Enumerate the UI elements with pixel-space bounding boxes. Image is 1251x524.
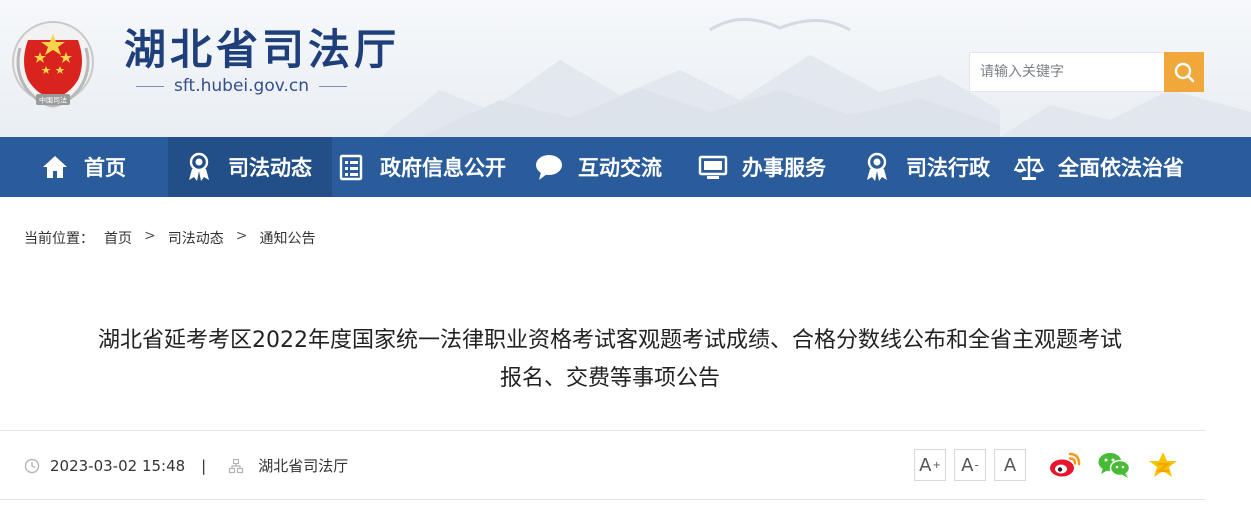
font-smaller-button[interactable]: A- xyxy=(954,449,986,481)
site-title[interactable]: 湖北省司法厅 xyxy=(124,16,400,77)
domain-line-right xyxy=(319,85,347,87)
emblem-text: 中国司法 xyxy=(39,96,67,105)
search-icon xyxy=(1174,62,1195,83)
breadcrumb: 当前位置： 首页 > 司法动态 > 通知公告 xyxy=(24,228,315,248)
share-weibo-button[interactable] xyxy=(1048,450,1082,480)
weibo-icon xyxy=(1050,452,1081,477)
breadcrumb-link-home[interactable]: 首页 xyxy=(104,228,132,248)
nav-label: 首页 xyxy=(84,156,126,180)
breadcrumb-link-judicial-news[interactable]: 司法动态 xyxy=(168,228,224,248)
font-default-label: A xyxy=(1003,454,1017,476)
nav-label: 互动交流 xyxy=(578,156,662,180)
search-button[interactable] xyxy=(1164,52,1204,92)
home-icon xyxy=(40,152,70,182)
breadcrumb-separator: > xyxy=(235,228,248,244)
nav-item-interaction[interactable]: 互动交流 xyxy=(534,137,662,197)
qzone-icon xyxy=(1149,452,1177,477)
share-wechat-button[interactable] xyxy=(1097,450,1131,480)
nav-label: 办事服务 xyxy=(742,156,826,180)
article-title: 湖北省延考考区2022年度国家统一法律职业资格考试客观题考试成绩、合格分数线公布… xyxy=(20,322,1200,398)
domain-line-left xyxy=(136,85,164,87)
clock-icon xyxy=(24,458,40,473)
nav-item-home[interactable]: 首页 xyxy=(40,137,126,197)
chat-bubble-icon xyxy=(534,152,564,182)
main-nav: 首页 司法动态 政府信息公开 互动交流 办事服务 司法行政 全面依法治省 xyxy=(0,137,1251,197)
nav-item-judicial-admin[interactable]: 司法行政 xyxy=(862,137,990,197)
font-default-button[interactable]: A xyxy=(994,449,1026,481)
article-source: 湖北省司法厅 xyxy=(258,457,349,475)
justice-emblem-logo: 中国司法 xyxy=(12,21,94,108)
nav-item-rule-of-law[interactable]: 全面依法治省 xyxy=(1014,137,1184,197)
publish-datetime: 2023-03-02 15:48 xyxy=(50,456,186,475)
nav-label: 全面依法治省 xyxy=(1058,156,1184,180)
scales-icon xyxy=(1014,152,1044,182)
site-header: 中国司法 湖北省司法厅 sft.hubei.gov.cn xyxy=(0,0,1251,137)
breadcrumb-separator: > xyxy=(144,228,156,244)
font-larger-button[interactable]: A + xyxy=(914,449,946,481)
breadcrumb-prefix: 当前位置： xyxy=(24,231,94,247)
nav-label: 政府信息公开 xyxy=(380,156,506,180)
article-title-line2: 报名、交费等事项公告 xyxy=(499,366,720,391)
source-org-icon xyxy=(229,458,244,473)
search-input[interactable] xyxy=(969,52,1164,92)
meta-separator: | xyxy=(201,456,207,475)
document-list-icon xyxy=(336,152,366,182)
mountain-background xyxy=(380,18,1000,137)
nav-item-judicial-news[interactable]: 司法动态 xyxy=(168,137,332,197)
nav-item-services[interactable]: 办事服务 xyxy=(698,137,826,197)
nav-item-gov-info[interactable]: 政府信息公开 xyxy=(336,137,506,197)
article-meta: 2023-03-02 15:48 | 湖北省司法厅 xyxy=(24,455,348,476)
justice-badge-icon xyxy=(184,152,214,182)
nav-label: 司法动态 xyxy=(228,156,312,180)
site-domain: sft.hubei.gov.cn xyxy=(136,76,386,96)
divider-bottom xyxy=(0,499,1205,500)
article-title-line1: 湖北省延考考区2022年度国家统一法律职业资格考试客观题考试成绩、合格分数线公布… xyxy=(98,328,1122,353)
justice-badge-icon xyxy=(862,152,892,182)
divider-top xyxy=(0,430,1205,431)
wechat-icon xyxy=(1098,453,1131,478)
font-larger-label: A xyxy=(919,454,932,476)
breadcrumb-link-notices[interactable]: 通知公告 xyxy=(259,228,315,248)
font-smaller-label: A xyxy=(961,454,974,476)
nav-label: 司法行政 xyxy=(906,156,990,180)
monitor-icon xyxy=(698,152,728,182)
share-qzone-button[interactable] xyxy=(1146,450,1180,480)
domain-text: sft.hubei.gov.cn xyxy=(174,76,309,96)
